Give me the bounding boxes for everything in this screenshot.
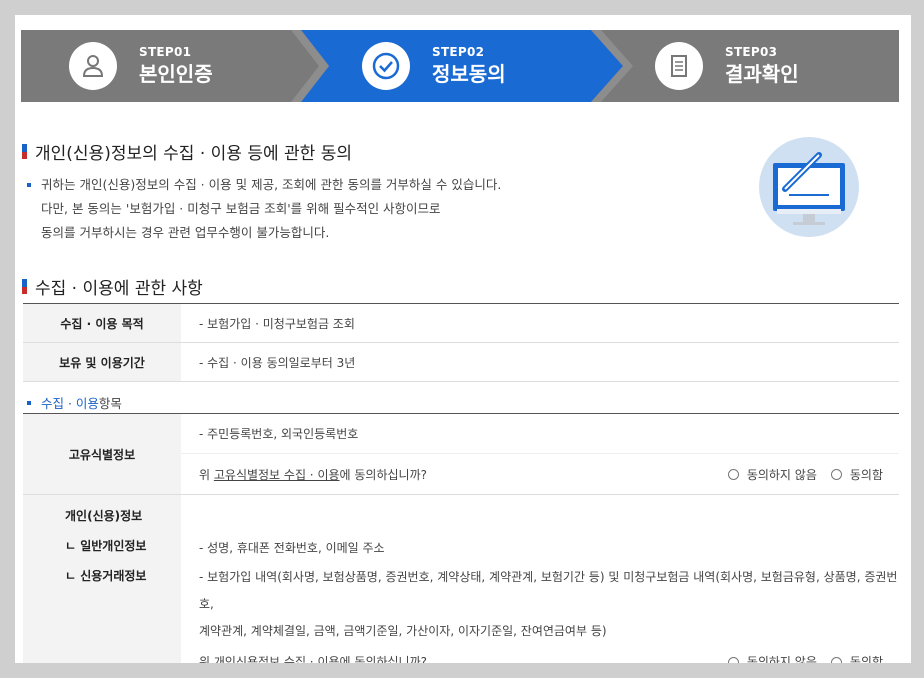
radio-circle-icon[interactable] [830, 656, 842, 663]
step-title: 결과확인 [725, 62, 799, 86]
consent-heading: 개인(신용)정보의 수집 · 이용 등에 관한 동의 [22, 139, 352, 164]
personal-credit-info-value-cell: - 성명, 휴대폰 전화번호, 이메일 주소 - 보험가입 내역(회사명, 보험… [181, 494, 899, 663]
heading-marker-icon [22, 144, 27, 159]
personal-disagree-radio[interactable]: 동의하지 않음 [727, 649, 817, 663]
credit-transaction-info-label: ㄴ 신용거래정보 [65, 569, 147, 583]
heading-marker-icon [22, 279, 27, 294]
unique-id-agree-radio[interactable]: 동의함 [830, 466, 883, 483]
table-row: 수집 · 이용 목적 - 보험가입 · 미청구보험금 조회 [23, 303, 899, 343]
step-title: 정보동의 [432, 62, 506, 86]
unique-id-consent-row: 위 고유식별정보 수집 · 이용에 동의하십니까? 동의하지 않음 동의함 [199, 466, 899, 483]
monitor-illustration-icon [755, 133, 863, 241]
step-number: STEP01 [139, 45, 192, 59]
personal-consent-link[interactable]: 개인신용정보 수집 · 이용 [214, 655, 340, 664]
radio-circle-icon[interactable] [830, 468, 842, 480]
personal-credit-info-label: 개인(신용)정보 [65, 509, 143, 523]
consent-title: 개인(신용)정보의 수집 · 이용 등에 관한 동의 [35, 144, 352, 164]
table-row: 보유 및 이용기간 - 수집 · 이용 동의일로부터 3년 [23, 342, 899, 382]
usage-heading: 수집 · 이용에 관한 사항 [22, 274, 203, 299]
bullet-icon [27, 400, 31, 405]
personal-consent-row: 위 개인신용정보 수집 · 이용에 동의하십니까? 동의하지 않음 동의함 [199, 645, 899, 663]
unique-id-consent-link[interactable]: 고유식별정보 수집 · 이용 [214, 468, 340, 482]
table-row: 고유식별정보 - 주민등록번호, 외국인등록번호 [23, 413, 899, 495]
step-number: STEP03 [725, 45, 778, 59]
document-icon [655, 42, 703, 90]
consent-page: STEP01 본인인증 STEP02 정보동의 STEP03 결과확인 개인(신… [15, 15, 911, 663]
consent-line-1: 귀하는 개인(신용)정보의 수집 · 이용 및 제공, 조회에 관한 동의를 거… [41, 177, 502, 192]
unique-id-consent-question: 위 고유식별정보 수집 · 이용에 동의하십니까? [199, 467, 427, 482]
consent-description: 귀하는 개인(신용)정보의 수집 · 이용 및 제공, 조회에 관한 동의를 거… [27, 173, 501, 245]
bullet-icon [27, 183, 31, 187]
consent-line-2: 다만, 본 동의는 '보험가입 · 미청구 보험금 조회'를 위해 필수적인 사… [41, 201, 441, 216]
step-3: STEP03 결과확인 [655, 30, 799, 102]
unique-id-info-label: 고유식별정보 [23, 413, 181, 495]
step-number: STEP02 [432, 45, 485, 59]
retention-period-label: 보유 및 이용기간 [23, 342, 181, 382]
collection-items-table: 고유식별정보 - 주민등록번호, 외국인등록번호 위 고유식별정보 수집 · 이… [23, 413, 899, 663]
table-row: 개인(신용)정보 ㄴ 일반개인정보 ㄴ 신용거래정보 - 성명, 휴대폰 전화번… [23, 494, 899, 663]
collection-items-heading: 수집 · 이용 항목 [27, 393, 122, 412]
usage-title: 수집 · 이용에 관한 사항 [35, 279, 203, 299]
credit-transaction-info-value: - 보험가입 내역(회사명, 보험상품명, 증권번호, 계약상태, 계약관계, … [199, 570, 898, 611]
usage-table: 수집 · 이용 목적 - 보험가입 · 미청구보험금 조회 보유 및 이용기간 … [23, 303, 899, 382]
retention-period-value: - 수집 · 이용 동의일로부터 3년 [181, 342, 899, 382]
step-progress-bar: STEP01 본인인증 STEP02 정보동의 STEP03 결과확인 [21, 30, 899, 102]
radio-circle-icon[interactable] [727, 656, 739, 663]
general-personal-info-value: - 성명, 휴대폰 전화번호, 이메일 주소 [199, 541, 385, 555]
collection-items-heading-rest: 항목 [98, 396, 122, 411]
usage-purpose-value: - 보험가입 · 미청구보험금 조회 [181, 303, 899, 343]
unique-id-info-value: - 주민등록번호, 외국인등록번호 [181, 413, 899, 454]
general-personal-info-label: ㄴ 일반개인정보 [65, 539, 147, 553]
collection-items-heading-highlight: 수집 · 이용 [41, 396, 99, 411]
check-circle-icon [362, 42, 410, 90]
personal-credit-info-label-cell: 개인(신용)정보 ㄴ 일반개인정보 ㄴ 신용거래정보 [23, 494, 181, 663]
unique-id-disagree-radio[interactable]: 동의하지 않음 [727, 466, 817, 483]
consent-line-3: 동의를 거부하시는 경우 관련 업무수행이 불가능합니다. [41, 225, 330, 240]
person-icon [69, 42, 117, 90]
credit-transaction-info-value-cont: 계약관계, 계약체결일, 금액, 금액기준일, 가산이자, 이자기준일, 잔여연… [199, 624, 607, 638]
step-2: STEP02 정보동의 [362, 30, 506, 102]
step-title: 본인인증 [139, 62, 213, 86]
personal-consent-question: 위 개인신용정보 수집 · 이용에 동의하십니까? [199, 649, 427, 664]
usage-purpose-label: 수집 · 이용 목적 [23, 303, 181, 343]
radio-circle-icon[interactable] [727, 468, 739, 480]
personal-agree-radio[interactable]: 동의함 [830, 649, 883, 663]
step-1: STEP01 본인인증 [69, 30, 213, 102]
